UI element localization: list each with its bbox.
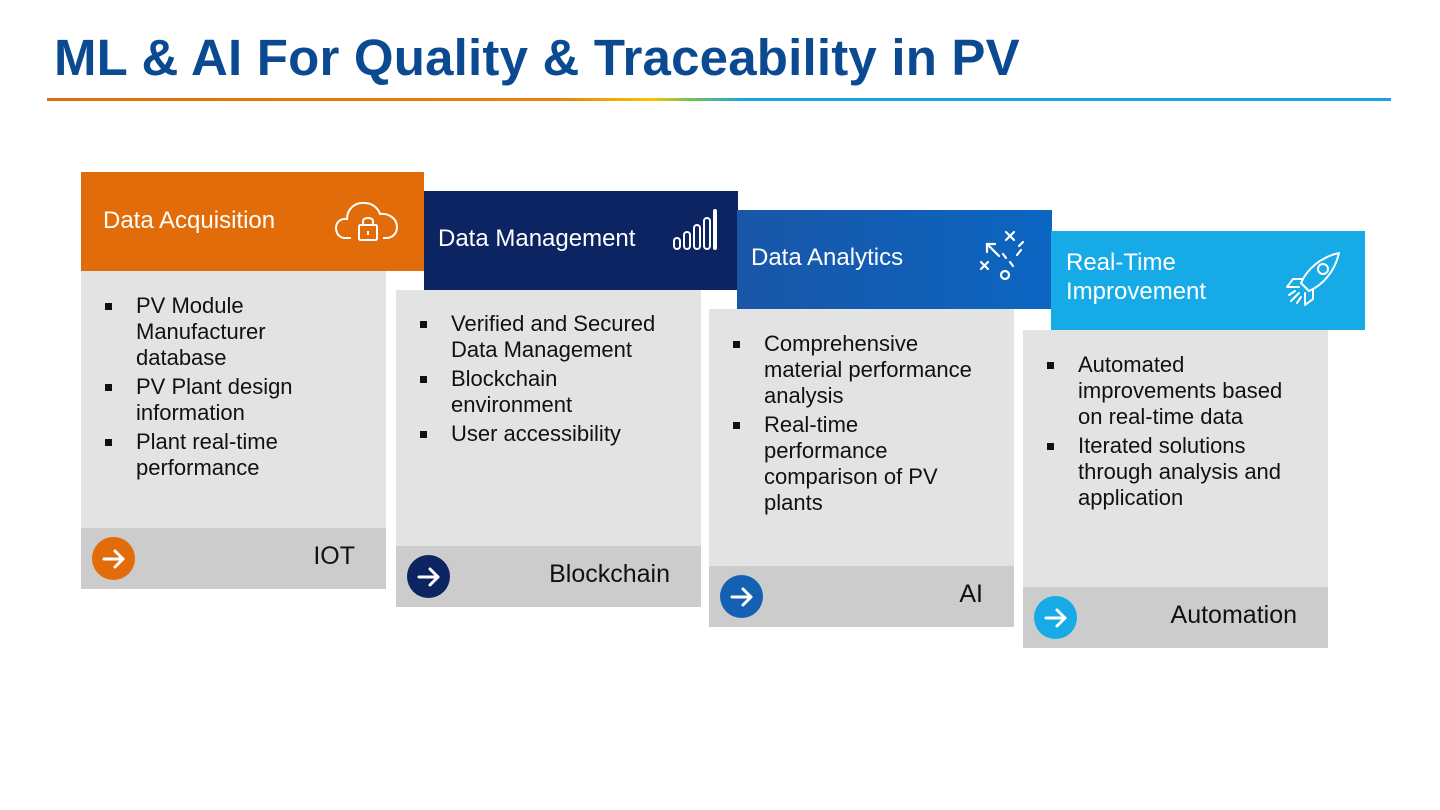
card-footer: AI xyxy=(709,566,1014,627)
bullet-marker xyxy=(420,321,427,328)
bullet-marker xyxy=(105,384,112,391)
card-header: Data Analytics xyxy=(737,210,1052,309)
bullet-text: Blockchain environment xyxy=(451,366,573,417)
card-footer: Automation xyxy=(1023,587,1328,648)
title-divider xyxy=(47,98,1391,101)
bullet-marker xyxy=(1047,362,1054,369)
bullet-text: Automated improvements based on real-tim… xyxy=(1078,352,1283,429)
bullet-item: Iterated solutions through analysis and … xyxy=(1023,433,1328,511)
card-title: Data Management xyxy=(438,225,636,252)
bullet-marker xyxy=(105,439,112,446)
card-body: Comprehensive material performance analy… xyxy=(709,309,1014,566)
card-header: Real-Time Improvement xyxy=(1051,231,1365,330)
cloud-lock-icon xyxy=(334,196,401,255)
rocket-icon xyxy=(1283,249,1345,316)
bullet-item: Verified and Secured Data Management xyxy=(396,311,701,363)
bullet-marker xyxy=(1047,443,1054,450)
bullet-item: Blockchain environment xyxy=(396,366,701,418)
bullet-marker xyxy=(733,341,740,348)
bullet-list: PV Module Manufacturer database PV Plant… xyxy=(81,271,386,481)
bullet-list: Automated improvements based on real-tim… xyxy=(1023,330,1328,511)
card-header: Data Management xyxy=(424,191,738,290)
bullet-item: Comprehensive material performance analy… xyxy=(709,331,1014,409)
bullet-marker xyxy=(420,431,427,438)
page-title: ML & AI For Quality & Traceability in PV xyxy=(54,29,1020,86)
arrow-right-icon[interactable] xyxy=(92,537,135,580)
bullet-item: User accessibility xyxy=(396,421,701,447)
bullet-text: Plant real-time performance xyxy=(136,429,278,480)
signal-bars-icon xyxy=(672,207,718,258)
bullet-item: Real-time performance comparison of PV p… xyxy=(709,412,1014,516)
footer-label: Automation xyxy=(1170,601,1297,629)
bullet-text: PV Module Manufacturer database xyxy=(136,293,266,370)
card-body: PV Module Manufacturer database PV Plant… xyxy=(81,271,386,528)
bullet-text: Real-time performance comparison of PV p… xyxy=(764,412,938,515)
arrow-right-icon[interactable] xyxy=(720,575,763,618)
card-header: Data Acquisition xyxy=(81,172,424,271)
bullet-text: PV Plant design information xyxy=(136,374,293,425)
card-body: Automated improvements based on real-tim… xyxy=(1023,330,1328,587)
bullet-text: Iterated solutions through analysis and … xyxy=(1078,433,1282,510)
bullet-item: PV Plant design information xyxy=(81,374,386,426)
bullet-item: Automated improvements based on real-tim… xyxy=(1023,352,1328,430)
card-footer: Blockchain xyxy=(396,546,701,607)
strategy-play-icon xyxy=(977,228,1029,291)
bullet-marker xyxy=(733,422,740,429)
bullet-marker xyxy=(420,376,427,383)
footer-label: AI xyxy=(959,580,983,608)
bullet-text: Comprehensive material performance analy… xyxy=(764,331,972,408)
card-footer: IOT xyxy=(81,528,386,589)
bullet-item: Plant real-time performance xyxy=(81,429,386,481)
bullet-text: Verified and Secured Data Management xyxy=(451,311,656,362)
bullet-marker xyxy=(105,303,112,310)
card-title: Data Acquisition xyxy=(103,207,276,234)
card-title: Data Analytics xyxy=(751,244,904,271)
bullet-text: User accessibility xyxy=(451,421,621,446)
card-body: Verified and Secured Data Management Blo… xyxy=(396,290,701,546)
bullet-list: Comprehensive material performance analy… xyxy=(709,309,1014,516)
arrow-right-icon[interactable] xyxy=(1034,596,1077,639)
card-title: Real-Time Improvement xyxy=(1066,249,1207,305)
bullet-list: Verified and Secured Data Management Blo… xyxy=(396,290,701,447)
arrow-right-icon[interactable] xyxy=(407,555,450,598)
footer-label: IOT xyxy=(313,542,355,570)
bullet-item: PV Module Manufacturer database xyxy=(81,293,386,371)
footer-label: Blockchain xyxy=(549,560,670,588)
